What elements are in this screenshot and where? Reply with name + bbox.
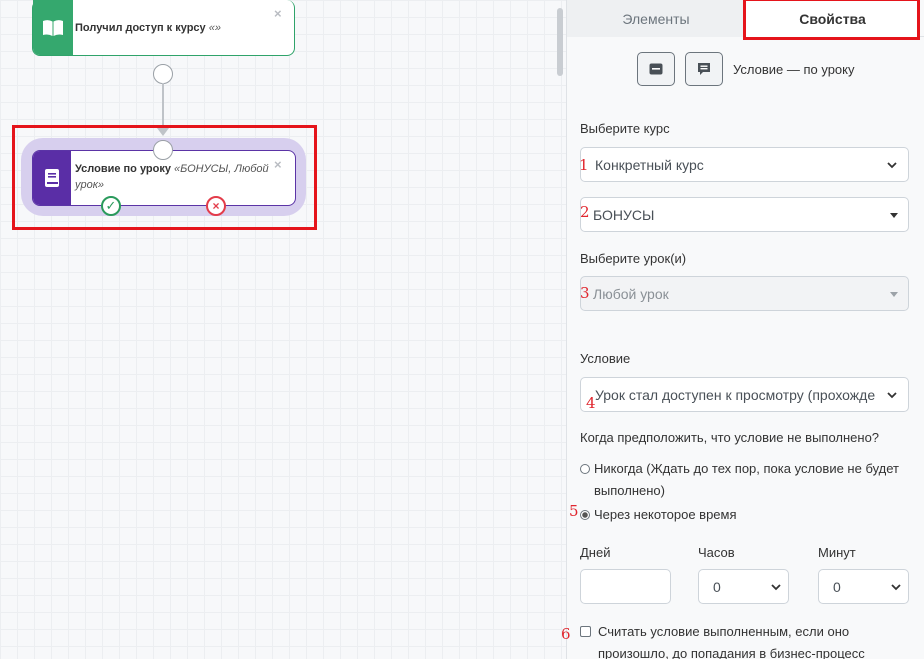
output-connector[interactable] — [153, 64, 173, 84]
hours-label: Часов — [698, 545, 735, 560]
minutes-label: Минут — [818, 545, 856, 560]
highlight-frame — [743, 0, 920, 40]
workflow-canvas[interactable]: Получил доступ к курсу «» × Условие по у… — [0, 0, 566, 659]
course-label: Выберите курс — [580, 121, 670, 136]
chevron-down-icon — [887, 162, 897, 169]
radio-never-label: Никогда (Ждать до тех пор, пока условие … — [594, 461, 900, 498]
condition-type-label: Условие — по уроку — [733, 61, 855, 77]
lessons-select[interactable]: Любой урок — [580, 276, 909, 311]
annotation-number: 6 — [561, 625, 571, 643]
days-label: Дней — [580, 545, 611, 560]
comment-view-button[interactable] — [685, 52, 723, 86]
minutes-value: 0 — [833, 578, 841, 595]
vertical-scrollbar[interactable] — [557, 8, 563, 76]
radio-after-label: Через некоторое время — [594, 507, 737, 522]
lessons-label: Выберите урок(и) — [580, 251, 687, 266]
course-select[interactable]: БОНУСЫ — [580, 197, 909, 232]
condition-select[interactable]: Урок стал доступен к просмотру (прохожде — [580, 377, 909, 412]
chevron-down-icon — [771, 584, 781, 591]
course-value: БОНУСЫ — [593, 206, 655, 223]
course-access-trigger-node[interactable]: Получил доступ к курсу «» × — [32, 0, 295, 56]
checkbox[interactable] — [580, 626, 591, 637]
compact-view-button[interactable] — [637, 52, 675, 86]
caret-down-icon — [890, 292, 898, 297]
open-book-icon — [33, 0, 73, 55]
condition-label: Условие — [580, 351, 631, 366]
annotation-number: 1 — [579, 156, 589, 174]
fail-question-label: Когда предположить, что условие не выпол… — [580, 430, 880, 445]
minutes-select[interactable]: 0 — [818, 569, 909, 604]
hours-value: 0 — [713, 578, 721, 595]
close-icon[interactable]: × — [274, 6, 282, 21]
condition-mode-row: Условие — по уроку — [637, 51, 855, 87]
radio-never[interactable]: Никогда (Ждать до тех пор, пока условие … — [580, 458, 900, 502]
condition-value: Урок стал доступен к просмотру (прохожде — [595, 386, 876, 403]
caret-down-icon — [890, 213, 898, 218]
chevron-down-icon — [887, 392, 897, 399]
properties-panel: Элементы Свойства Условие — по уроку Выб… — [561, 0, 924, 659]
radio-button[interactable] — [580, 464, 590, 474]
course-type-value: Конкретный курс — [595, 156, 704, 173]
checkbox-label: Считать условие выполненным, если оно пр… — [598, 624, 865, 659]
highlight-frame — [12, 125, 317, 230]
radio-after-time[interactable]: Через некоторое время — [580, 504, 737, 526]
radio-button-checked[interactable] — [580, 510, 590, 520]
hours-select[interactable]: 0 — [698, 569, 789, 604]
chevron-down-icon — [891, 584, 901, 591]
annotation-number: 5 — [569, 502, 579, 520]
days-input[interactable] — [580, 569, 671, 604]
annotation-number: 2 — [580, 203, 590, 221]
lessons-value: Любой урок — [593, 285, 669, 302]
tab-elements[interactable]: Элементы — [567, 0, 745, 37]
annotation-number: 3 — [580, 284, 590, 302]
course-type-select[interactable]: Конкретный курс — [580, 147, 909, 182]
node-title: Получил доступ к курсу «» — [75, 22, 221, 34]
count-prior-checkbox-row[interactable]: Считать условие выполненным, если оно пр… — [580, 621, 880, 659]
annotation-number: 4 — [586, 394, 596, 412]
